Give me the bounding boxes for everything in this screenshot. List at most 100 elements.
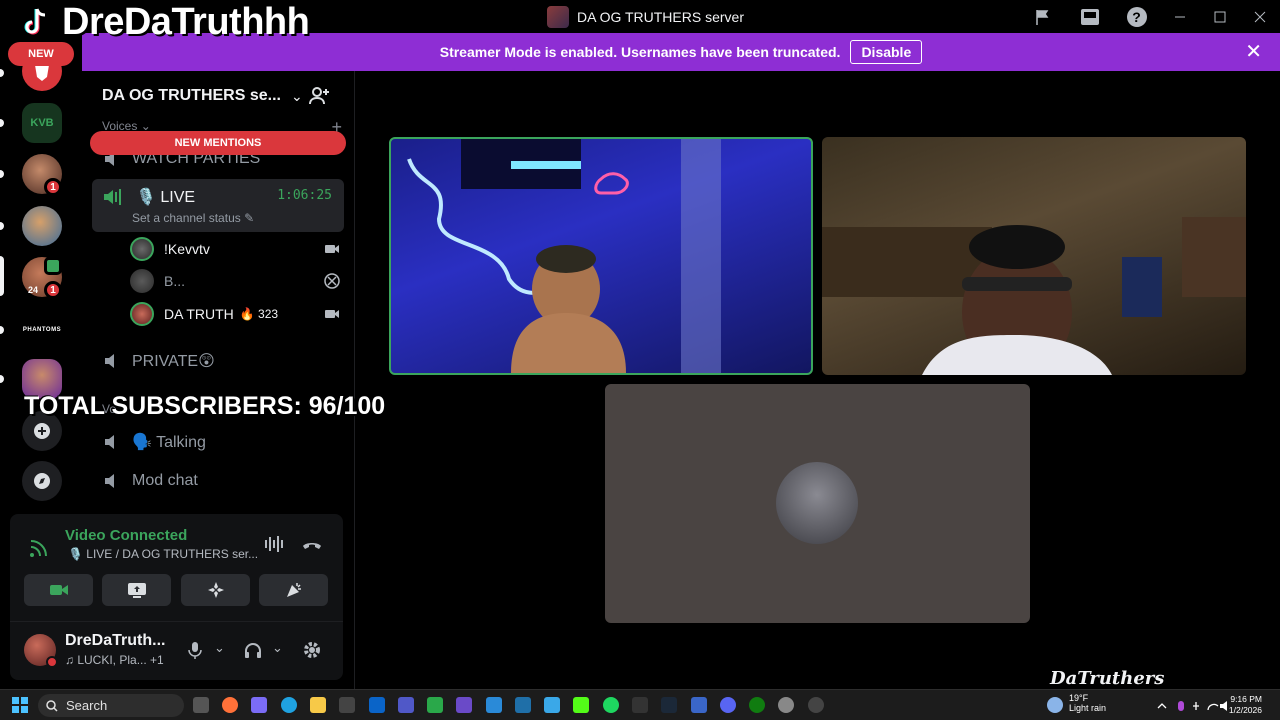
- edge-icon[interactable]: [281, 697, 297, 713]
- server-icon-phantoms[interactable]: PHANTOMS: [22, 310, 62, 350]
- mention-badge: 1: [44, 178, 62, 196]
- video-tile-da-truth[interactable]: [822, 137, 1246, 375]
- discover-button[interactable]: [22, 461, 62, 501]
- minimize-icon[interactable]: [1160, 0, 1200, 33]
- camera-icon: [325, 310, 339, 318]
- gear-icon[interactable]: [302, 640, 322, 660]
- maximize-icon[interactable]: [1200, 0, 1240, 33]
- window-title: DA OG TRUTHERS server: [547, 6, 744, 28]
- system-tray[interactable]: [1156, 698, 1236, 714]
- app-icon[interactable]: [808, 697, 824, 713]
- disconnect-icon[interactable]: [302, 536, 322, 554]
- inbox-icon[interactable]: [1066, 0, 1113, 33]
- task-view-icon[interactable]: [193, 697, 209, 713]
- app-icon[interactable]: [691, 697, 707, 713]
- channel-mod-chat[interactable]: Mod chat: [102, 471, 198, 491]
- discord-icon[interactable]: [720, 697, 736, 713]
- video-badge-icon: [44, 257, 62, 275]
- voice-active-icon: [104, 189, 121, 205]
- help-icon[interactable]: ?: [1113, 0, 1160, 33]
- kick-icon[interactable]: [573, 697, 589, 713]
- microphone-icon[interactable]: [185, 640, 205, 660]
- chevron-down-icon[interactable]: ⌄: [214, 640, 234, 660]
- epic-games-icon[interactable]: [632, 697, 648, 713]
- screen: { "overlay": { "brand_name": "DreDaTruth…: [0, 0, 1280, 720]
- chevron-down-icon: ⌄: [290, 87, 303, 104]
- outlook-icon[interactable]: [369, 697, 385, 713]
- screen-share-button[interactable]: [102, 574, 171, 606]
- weather-widget[interactable]: 19°F Light rain: [1047, 693, 1106, 714]
- server-icon-kvb[interactable]: KVB: [22, 103, 62, 143]
- activities-button[interactable]: [181, 574, 250, 606]
- spotify-icon[interactable]: [603, 697, 619, 713]
- speaker-icon: [105, 474, 114, 488]
- disable-button[interactable]: Disable: [850, 40, 923, 64]
- app-icon[interactable]: [427, 697, 443, 713]
- current-user-name[interactable]: DreDaTruth...: [65, 632, 165, 650]
- windows-start-icon[interactable]: [12, 697, 28, 713]
- channel-talking[interactable]: 🗣️ Talking: [102, 432, 206, 452]
- app-icon[interactable]: [456, 697, 472, 713]
- participant-avatar: [776, 462, 858, 544]
- banner-text: Streamer Mode is enabled. Usernames have…: [439, 44, 841, 60]
- webcam-feed: [822, 217, 1246, 375]
- temperature: 19°F: [1069, 693, 1089, 703]
- teams-icon[interactable]: [398, 697, 414, 713]
- channel-live[interactable]: 🎙️ LIVE 1:06:25 Set a channel status ✎: [92, 179, 344, 232]
- firefox-icon[interactable]: [222, 697, 238, 713]
- voice-channel-link[interactable]: 🎙️ LIVE / DA OG TRUTHERS ser...: [68, 547, 258, 561]
- steam-icon[interactable]: [661, 697, 677, 713]
- xbox-icon[interactable]: [749, 697, 765, 713]
- unread-indicator: [0, 119, 4, 127]
- headphones-icon[interactable]: [243, 640, 263, 660]
- copilot-icon[interactable]: [251, 697, 267, 713]
- channel-name: 🎙️ LIVE: [136, 189, 196, 206]
- screen-share-icon: [127, 583, 146, 598]
- stream-watermark-logo: DaTruthers: [1050, 668, 1165, 689]
- invite-people-icon[interactable]: [308, 85, 330, 107]
- voice-panel: Video Connected 🎙️ LIVE / DA OG TRUTHERS…: [10, 514, 343, 680]
- window-title-text: DA OG TRUTHERS server: [577, 9, 744, 25]
- taskbar-search[interactable]: Search: [38, 694, 184, 717]
- voice-user[interactable]: !Kevvtv: [130, 235, 340, 263]
- camera-button[interactable]: [24, 574, 93, 606]
- stream-brand: DreDaTruthhh: [18, 1, 310, 43]
- webcam-feed: [407, 139, 721, 373]
- server-avatar: [547, 6, 569, 28]
- channel-name: Mod chat: [132, 472, 198, 489]
- user-name: DA TRUTH: [164, 306, 234, 322]
- file-explorer-icon[interactable]: [310, 697, 326, 713]
- brand-name: DreDaTruthhh: [62, 1, 310, 43]
- chevron-down-icon[interactable]: ⌄: [272, 640, 292, 660]
- taskbar-clock[interactable]: 9:16 PM 1/2/2026: [1228, 694, 1262, 716]
- unread-indicator: [0, 375, 4, 383]
- unread-indicator: [0, 170, 4, 178]
- channel-name: 🗣️ Talking: [132, 434, 206, 451]
- app-icon[interactable]: [515, 697, 531, 713]
- voice-user[interactable]: B...: [130, 267, 340, 295]
- weather-desc: Light rain: [1069, 703, 1107, 713]
- xbox-icon: [324, 273, 340, 289]
- close-icon[interactable]: [1240, 0, 1280, 33]
- store-icon[interactable]: [339, 697, 355, 713]
- video-tile-b[interactable]: [605, 384, 1030, 623]
- photos-icon[interactable]: [544, 697, 560, 713]
- channel-name: PRIVATE😲: [132, 353, 215, 370]
- noise-suppression-icon[interactable]: [264, 534, 286, 554]
- flag-icon[interactable]: [1019, 0, 1066, 33]
- server-icon[interactable]: [22, 206, 62, 246]
- soundboard-button[interactable]: [259, 574, 328, 606]
- settings-icon[interactable]: [778, 697, 794, 713]
- new-mentions-button[interactable]: NEW MENTIONS: [90, 131, 346, 155]
- voice-status[interactable]: Video Connected: [65, 527, 187, 544]
- app-icon[interactable]: [486, 697, 502, 713]
- connection-icon[interactable]: [28, 535, 52, 559]
- new-badge[interactable]: NEW: [8, 42, 74, 66]
- avatar: [130, 237, 154, 261]
- channel-private[interactable]: PRIVATE😲: [102, 351, 215, 371]
- channel-status[interactable]: Set a channel status ✎: [132, 211, 254, 225]
- banner-close-icon[interactable]: ✕: [1245, 42, 1262, 62]
- video-tile-kevvtv[interactable]: [389, 137, 813, 375]
- voice-user[interactable]: DA TRUTH 🔥 323: [130, 300, 340, 328]
- search-label: Search: [66, 698, 108, 713]
